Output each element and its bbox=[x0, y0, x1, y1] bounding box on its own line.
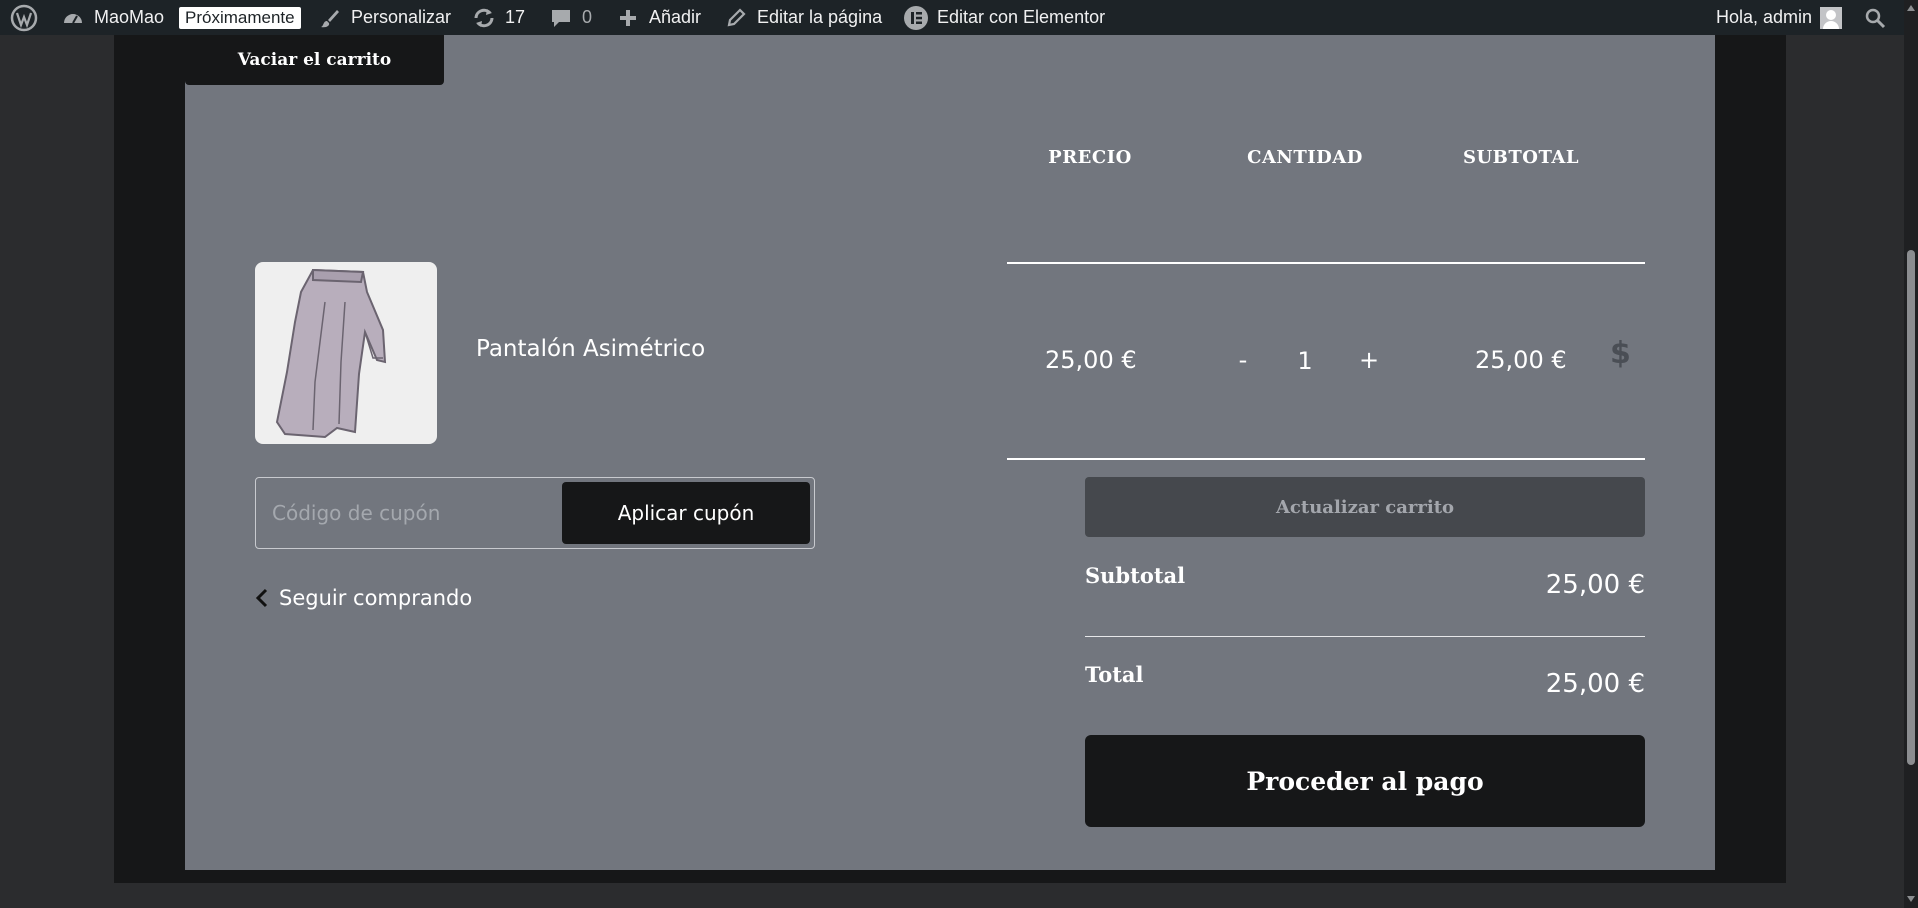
refresh-icon bbox=[471, 5, 497, 31]
edit-elementor-link[interactable]: Editar con Elementor bbox=[903, 0, 1105, 35]
column-header-price: PRECIO bbox=[1048, 147, 1132, 168]
proceed-to-checkout-button[interactable]: Proceder al pago bbox=[1085, 735, 1645, 827]
page-scrollbar[interactable] bbox=[1904, 0, 1918, 908]
table-divider-bottom bbox=[1007, 458, 1645, 460]
paintbrush-icon bbox=[317, 5, 343, 31]
scroll-down-icon[interactable] bbox=[1907, 896, 1915, 902]
item-subtotal: 25,00 € bbox=[1475, 346, 1567, 374]
empty-cart-button[interactable]: Vaciar el carrito bbox=[185, 35, 444, 85]
remove-item-icon[interactable]: $ bbox=[1610, 336, 1631, 371]
product-name-link[interactable]: Pantalón Asimétrico bbox=[476, 336, 705, 362]
product-image[interactable] bbox=[255, 262, 437, 444]
dashboard-icon bbox=[60, 5, 86, 31]
scrollbar-thumb[interactable] bbox=[1907, 250, 1915, 765]
search-icon[interactable] bbox=[1864, 0, 1886, 35]
update-cart-button[interactable]: Actualizar carrito bbox=[1085, 477, 1645, 537]
subtotal-value: 25,00 € bbox=[1545, 570, 1645, 600]
subtotal-label: Subtotal bbox=[1085, 563, 1186, 588]
customize-link[interactable]: Personalizar bbox=[317, 0, 451, 35]
plus-icon bbox=[615, 5, 641, 31]
avatar bbox=[1820, 6, 1843, 29]
pencil-icon bbox=[723, 5, 749, 31]
add-new-link[interactable]: Añadir bbox=[615, 0, 701, 35]
continue-shopping-link[interactable]: Seguir comprando bbox=[255, 586, 472, 610]
edit-page-link[interactable]: Editar la página bbox=[723, 0, 882, 35]
coupon-form: Aplicar cupón bbox=[255, 477, 815, 549]
chevron-left-icon bbox=[255, 588, 268, 608]
quantity-decrease-button[interactable]: - bbox=[1228, 346, 1258, 374]
wordpress-logo-icon[interactable] bbox=[10, 0, 38, 35]
column-header-quantity: CANTIDAD bbox=[1247, 147, 1363, 168]
coming-soon-badge[interactable]: Próximamente bbox=[179, 0, 301, 35]
comments-link[interactable]: 0 bbox=[548, 0, 592, 35]
quantity-increase-button[interactable]: + bbox=[1354, 346, 1384, 374]
item-price: 25,00 € bbox=[1045, 346, 1137, 374]
apply-coupon-button[interactable]: Aplicar cupón bbox=[562, 482, 810, 544]
totals-divider bbox=[1085, 636, 1645, 637]
comment-icon bbox=[548, 5, 574, 31]
table-divider-top bbox=[1007, 262, 1645, 264]
elementor-icon bbox=[903, 5, 929, 31]
updates-link[interactable]: 17 bbox=[471, 0, 525, 35]
column-header-subtotal: SUBTOTAL bbox=[1462, 147, 1580, 168]
quantity-value[interactable]: 1 bbox=[1297, 347, 1313, 375]
coupon-input[interactable] bbox=[272, 488, 552, 538]
my-account-link[interactable]: Hola, admin bbox=[1716, 0, 1843, 35]
site-name: MaoMao bbox=[94, 7, 165, 27]
total-value: 25,00 € bbox=[1545, 669, 1645, 699]
total-label: Total bbox=[1085, 662, 1144, 687]
admin-bar: MaoMao Próximamente Personalizar 17 0 Añ… bbox=[0, 0, 1918, 35]
scroll-up-icon[interactable] bbox=[1907, 5, 1915, 11]
site-name-link[interactable]: MaoMao bbox=[60, 0, 164, 35]
